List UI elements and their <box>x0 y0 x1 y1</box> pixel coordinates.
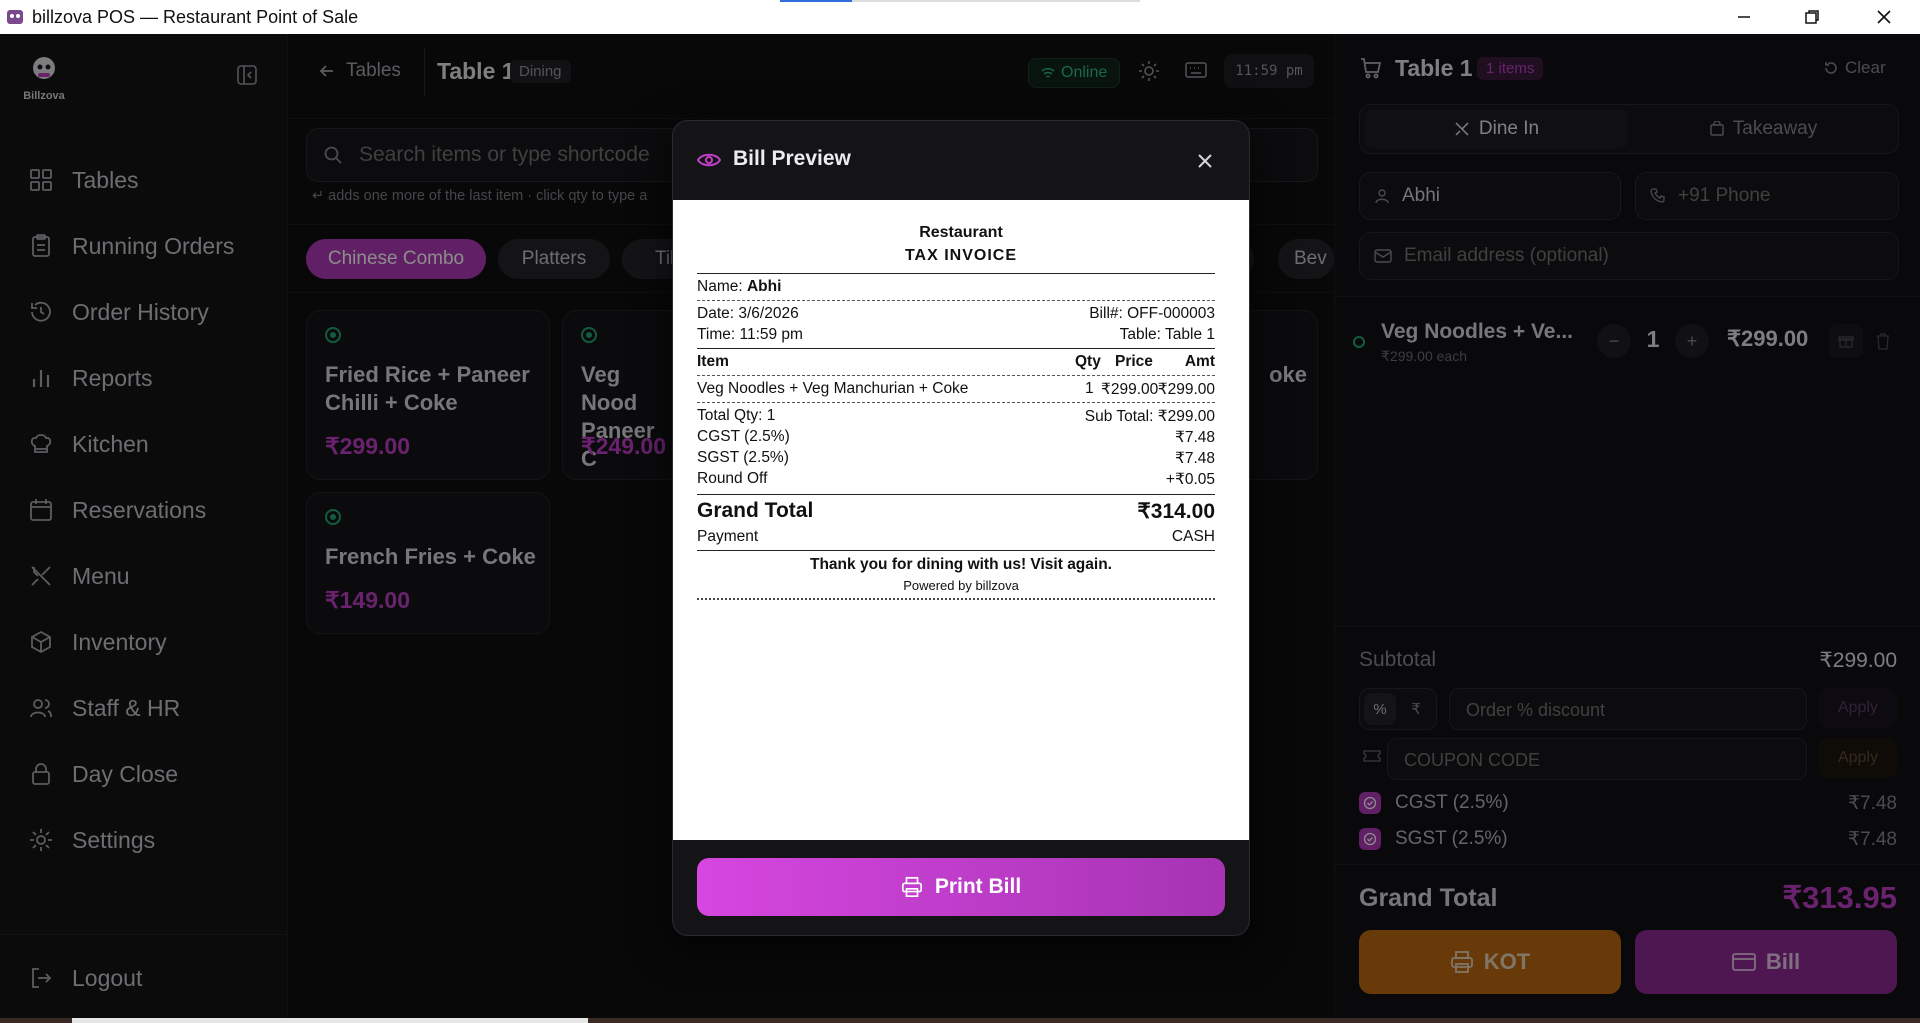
receipt-restaurant-name: Restaurant <box>919 224 1003 241</box>
receipt-name-label: Name: <box>697 278 743 295</box>
close-window-button[interactable] <box>1856 0 1912 34</box>
tab-active-indicator <box>780 0 852 2</box>
col-item: Item <box>697 353 729 370</box>
line-item-qty: 1 <box>1085 380 1094 397</box>
window-title: billzova POS — Restaurant Point of Sale <box>32 7 359 27</box>
receipt-cgst-label: CGST (2.5%) <box>697 428 790 445</box>
receipt-rule <box>697 273 1215 274</box>
minimize-button[interactable] <box>1716 0 1772 34</box>
col-qty: Qty <box>1075 353 1101 370</box>
receipt-grand-total-row: Grand Total ₹314.00 <box>697 499 1215 524</box>
print-bill-label: Print Bill <box>934 875 1022 898</box>
receipt-rule <box>697 300 1215 301</box>
receipt-rule <box>697 348 1215 349</box>
receipt-sgst-value: ₹7.48 <box>1174 450 1215 467</box>
receipt-rule <box>697 402 1215 403</box>
receipt-payment-label: Payment <box>697 528 759 545</box>
eye-icon <box>697 153 721 167</box>
receipt-name-value: Abhi <box>746 278 782 295</box>
receipt-grand-value: ₹314.00 <box>1137 500 1215 523</box>
receipt-row: Time: 11:59 pm Table: Table 1 <box>697 326 1215 344</box>
receipt-roundoff-label: Round Off <box>697 470 768 487</box>
receipt-row: SGST (2.5%) ₹7.48 <box>697 449 1215 468</box>
receipt-powered-by: Powered by billzova <box>903 578 1019 593</box>
receipt-row: Round Off +₹0.05 <box>697 470 1215 489</box>
restore-icon <box>1805 10 1819 24</box>
receipt-rule <box>697 598 1215 600</box>
receipt-customer: Name: Abhi <box>697 278 781 296</box>
receipt-cgst-value: ₹7.48 <box>1174 429 1215 446</box>
receipt-grand-label: Grand Total <box>697 499 814 522</box>
print-bill-button[interactable]: Print Bill <box>697 858 1225 916</box>
printer-icon <box>901 877 922 897</box>
receipt-line-item: Veg Noodles + Veg Manchurian + Coke 1 ₹2… <box>697 380 1215 400</box>
receipt-payment-value: CASH <box>1171 528 1215 545</box>
receipt-column-headers: Item Qty Price Amt <box>697 353 1215 373</box>
close-icon <box>1198 154 1212 168</box>
bill-preview-modal: Bill Preview Restaurant TAX INVOICE Name… <box>672 120 1250 936</box>
receipt-row: Total Qty: 1 Sub Total: ₹299.00 <box>697 407 1215 426</box>
line-item-price: ₹299.00 <box>1101 381 1159 398</box>
modal-title: Bill Preview <box>733 147 851 170</box>
receipt-sgst-label: SGST (2.5%) <box>697 449 789 466</box>
col-price: Price <box>1115 353 1153 370</box>
window-titlebar: billzova POS — Restaurant Point of Sale <box>0 0 1920 34</box>
col-amt: Amt <box>1184 353 1215 370</box>
receipt-row: Payment CASH <box>697 528 1215 546</box>
receipt-row: Date: 3/6/2026 Bill#: OFF-000003 <box>697 305 1215 323</box>
receipt-rule <box>697 550 1215 551</box>
close-icon <box>1877 10 1891 24</box>
receipt-subtotal: Sub Total: ₹299.00 <box>1084 408 1215 425</box>
receipt-thanks: Thank you for dining with us! Visit agai… <box>810 556 1112 573</box>
restore-button[interactable] <box>1784 0 1840 34</box>
close-modal-button[interactable] <box>1191 147 1219 175</box>
line-item-name: Veg Noodles + Veg Manchurian + Coke <box>697 380 969 397</box>
receipt-date: Date: 3/6/2026 <box>697 305 799 322</box>
receipt-rule <box>697 375 1215 376</box>
bottom-strip-highlight <box>72 1018 588 1023</box>
line-item-amount: ₹299.00 <box>1157 381 1215 398</box>
receipt-total-qty: Total Qty: 1 <box>697 407 776 424</box>
receipt-doc-title: TAX INVOICE <box>904 247 1018 264</box>
receipt-time: Time: 11:59 pm <box>697 326 803 343</box>
minimize-icon <box>1738 16 1750 18</box>
receipt-preview: Restaurant TAX INVOICE Name: Abhi Date: … <box>673 200 1249 840</box>
app-logo-icon <box>7 10 23 24</box>
receipt-bill-no: Bill#: OFF-000003 <box>1089 305 1215 322</box>
receipt-roundoff-value: +₹0.05 <box>1165 471 1215 488</box>
receipt-row: CGST (2.5%) ₹7.48 <box>697 428 1215 447</box>
receipt-rule <box>697 494 1215 495</box>
receipt-table: Table: Table 1 <box>1119 326 1215 343</box>
